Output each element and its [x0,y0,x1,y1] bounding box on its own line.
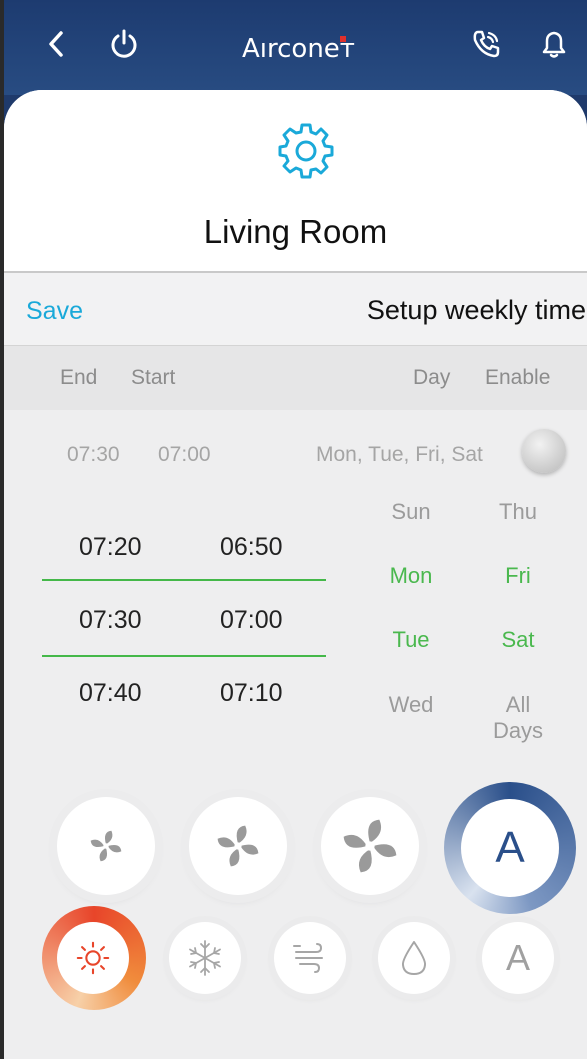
wind-fan-icon [293,943,323,973]
save-button[interactable]: Save [26,297,83,326]
mode-auto-label: A [505,937,530,978]
mode-auto-button[interactable]: A [482,922,554,994]
room-name: Living Room [203,213,388,250]
day-thu[interactable]: Thu [478,499,558,525]
day-mon[interactable]: Mon [371,563,451,589]
day-sun[interactable]: Sun [371,499,451,525]
entry-days: Mon, Tue, Fri, Sat [316,443,483,466]
picker-selection-line-bottom [42,655,326,657]
mode-fan-button[interactable] [274,922,346,994]
page-title: Setup weekly timer [366,295,587,325]
column-day: Day [413,366,451,389]
column-headers: End Start Day Enable [4,346,587,410]
room-header: Living Room [4,90,587,271]
column-start: Start [131,366,176,389]
top-bar: Aırconeт [4,0,587,95]
day-wed[interactable]: Wed [371,692,451,718]
enable-toggle[interactable] [522,429,566,473]
gear-icon[interactable] [274,119,338,183]
power-icon[interactable] [104,24,144,64]
fan-high-button[interactable] [321,797,419,895]
picker-selection-line-top [42,579,326,581]
medium-fan-icon [217,825,259,867]
low-fan-icon [90,830,122,862]
fan-medium-button[interactable] [189,797,287,895]
snowflake-cool-icon [189,940,221,976]
day-fri[interactable]: Fri [478,563,558,589]
timer-panel: Living Room Save Setup weekly timer End … [4,90,587,1059]
mode-cool-button[interactable] [169,922,241,994]
logo-accent-dot [340,36,346,42]
app-logo: Aırconeт [242,34,355,64]
fan-low-button[interactable] [57,797,155,895]
day-tue[interactable]: Tue [371,627,451,653]
column-end: End [60,366,98,389]
start-option[interactable]: 06:50 [220,533,283,562]
end-option[interactable]: 07:40 [79,679,142,708]
start-option[interactable]: 07:10 [220,679,283,708]
entry-end-time: 07:30 [67,443,120,466]
back-arrow-icon[interactable] [36,24,76,64]
phone-call-icon[interactable] [466,24,506,64]
timer-entry-row[interactable]: 07:30 07:00 Mon, Tue, Fri, Sat [4,410,587,490]
fan-auto-button[interactable]: A [461,799,559,897]
column-enable: Enable [485,366,551,389]
fan-auto-label: A [495,823,525,872]
droplet-dry-icon [401,941,427,975]
mode-dry-button[interactable] [378,922,450,994]
day-all-days[interactable]: All Days [478,692,558,744]
end-option-selected[interactable]: 07:30 [79,606,142,635]
day-sat[interactable]: Sat [478,627,558,653]
mode-heat-button[interactable] [57,922,129,994]
bell-icon[interactable] [534,24,574,64]
start-option-selected[interactable]: 07:00 [220,606,283,635]
high-fan-icon [343,819,397,873]
sun-heat-icon [76,941,110,975]
timer-toolbar: Save Setup weekly timer [4,273,587,346]
end-option[interactable]: 07:20 [79,533,142,562]
entry-start-time: 07:00 [158,443,211,466]
